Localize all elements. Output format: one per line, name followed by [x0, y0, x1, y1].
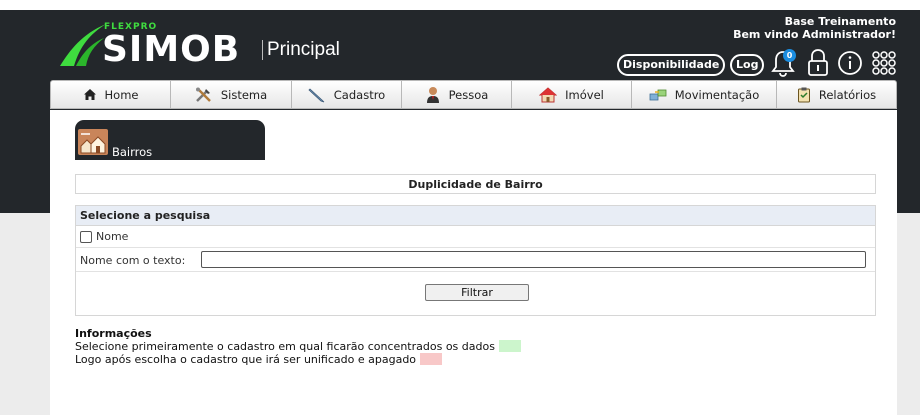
search-panel-header: Selecione a pesquisa: [76, 206, 875, 226]
search-text-row: Nome com o texto:: [76, 248, 875, 272]
menu-item-home[interactable]: Home: [51, 81, 171, 108]
brand-simob: SIMOB: [102, 29, 241, 70]
menu-label-movimentacao: Movimentação: [674, 87, 760, 102]
menu-label-pessoa: Pessoa: [448, 87, 489, 102]
page-title: Duplicidade de Bairro: [75, 174, 876, 194]
menu-label-relatorios: Relatórios: [818, 87, 877, 102]
disponibilidade-button[interactable]: Disponibilidade: [617, 54, 726, 76]
menu-item-pessoa[interactable]: Pessoa: [402, 81, 512, 108]
search-option-row: Nome: [76, 226, 875, 248]
brand-principal: Principal: [262, 40, 340, 60]
menu-item-sistema[interactable]: Sistema: [171, 81, 292, 108]
menu-label-imovel: Imóvel: [565, 87, 604, 102]
user-info: Base Treinamento Bem vindo Administrador…: [733, 15, 896, 41]
apps-grid-icon[interactable]: [870, 48, 898, 78]
info-line-keep: Selecione primeiramente o cadastro em qu…: [75, 340, 521, 353]
menu-label-home: Home: [104, 87, 139, 102]
filter-button[interactable]: Filtrar: [425, 284, 529, 301]
home-icon: [83, 89, 96, 100]
lock-icon[interactable]: [806, 48, 830, 78]
menu-label-sistema: Sistema: [220, 87, 268, 102]
keep-color-swatch: [498, 340, 521, 352]
person-icon: [426, 87, 439, 103]
tab-bairros[interactable]: Bairros: [75, 120, 265, 160]
info-line-keep-text: Selecione primeiramente o cadastro em qu…: [75, 340, 495, 353]
notification-badge: 0: [783, 49, 796, 62]
search-panel: Selecione a pesquisa Nome Nome com o tex…: [75, 205, 876, 316]
main-menu: Home Sistema Cadastro Pessoa Imóvel Movi…: [50, 80, 897, 109]
neighborhood-icon: [78, 129, 108, 155]
search-actions-row: Filtrar: [76, 272, 875, 316]
nome-checkbox[interactable]: [80, 230, 92, 243]
log-button[interactable]: Log: [730, 54, 765, 76]
info-title: Informações: [75, 327, 152, 340]
simob-logo[interactable]: FLEXPRO SIMOB Principal: [56, 18, 366, 74]
page-margin-right: [897, 213, 920, 415]
house-icon: [539, 86, 558, 102]
report-icon: [797, 87, 810, 102]
pen-icon: [308, 87, 325, 102]
delete-color-swatch: [420, 353, 443, 365]
search-text-input[interactable]: [201, 251, 866, 268]
menu-item-relatorios[interactable]: Relatórios: [777, 81, 896, 108]
tools-icon: [195, 87, 211, 102]
menu-item-movimentacao[interactable]: Movimentação: [632, 81, 777, 108]
flexpro-swoosh-icon: [60, 24, 106, 66]
info-section: Informações Selecione primeiramente o ca…: [75, 327, 521, 366]
menu-item-cadastro[interactable]: Cadastro: [292, 81, 402, 108]
info-line-delete-text: Logo após escolha o cadastro que irá ser…: [75, 353, 417, 366]
tab-label: Bairros: [112, 145, 153, 159]
menu-label-cadastro: Cadastro: [333, 87, 386, 102]
user-welcome: Bem vindo Administrador!: [733, 28, 896, 41]
info-icon[interactable]: [836, 48, 864, 78]
menu-item-imovel[interactable]: Imóvel: [512, 81, 632, 108]
transfer-icon: [649, 89, 667, 100]
page-margin-left: [0, 213, 50, 415]
search-text-label: Nome com o texto:: [80, 254, 186, 267]
user-base: Base Treinamento: [784, 15, 896, 28]
info-line-delete: Logo após escolha o cadastro que irá ser…: [75, 353, 521, 366]
nome-checkbox-label[interactable]: Nome: [96, 230, 128, 243]
